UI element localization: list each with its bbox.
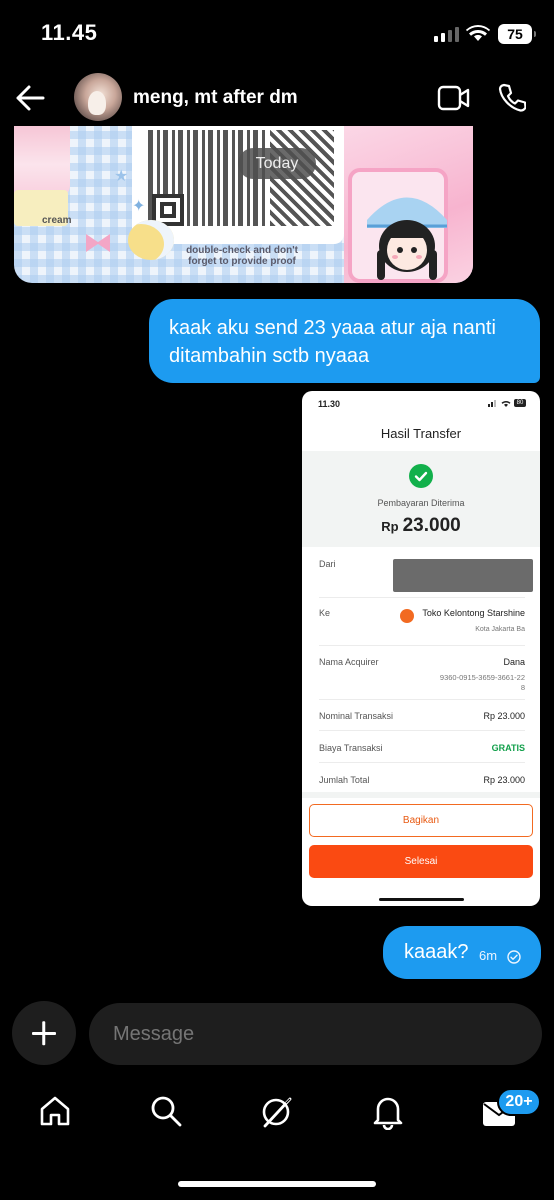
star-decoration: ★ <box>114 168 129 185</box>
nominal-label: Nominal Transaksi <box>319 711 394 721</box>
done-button[interactable]: Selesai <box>309 845 533 878</box>
wifi-icon <box>466 25 490 41</box>
receipt-status-time: 11.30 <box>318 399 341 409</box>
shared-image-post[interactable]: ★ ✦ cream double-check and don't forget … <box>14 126 473 283</box>
back-arrow-icon[interactable] <box>15 84 45 112</box>
caption-cream: cream <box>42 215 72 226</box>
caption-note: double-check and don't forget to provide… <box>186 245 298 267</box>
receipt-home-indicator <box>379 898 464 901</box>
acquirer-id: 9360-0915-3659-3661-22 <box>439 673 525 682</box>
acquirer-id: 8 <box>520 683 525 692</box>
payment-amount: Rp 23.000 <box>302 515 540 537</box>
amount-value: 23.000 <box>402 515 461 536</box>
sent-check-icon <box>507 950 521 964</box>
to-label: Ke <box>319 608 331 618</box>
divider <box>302 792 540 798</box>
search-icon[interactable] <box>149 1094 183 1128</box>
moon-decoration <box>128 220 174 260</box>
cake-decoration <box>14 126 70 196</box>
date-separator: Today <box>238 148 316 179</box>
message-text: kaaak? <box>404 941 469 963</box>
signal-icon <box>434 27 459 42</box>
total-value: Rp 23.000 <box>483 775 525 785</box>
shop-icon <box>400 609 414 623</box>
message-input[interactable] <box>89 1003 542 1065</box>
battery-icon: 75 <box>498 24 536 44</box>
receipt-title: Hasil Transfer <box>380 426 462 441</box>
acquirer-label: Nama Acquirer <box>319 657 379 667</box>
message-bubble[interactable]: kaaak? 6m <box>383 926 541 979</box>
status-time: 11.45 <box>41 20 98 45</box>
star-decoration: ✦ <box>132 198 146 215</box>
girl-illustration <box>367 197 447 280</box>
conversation-title[interactable]: meng, mt after dm <box>133 87 298 109</box>
currency: Rp <box>381 519 399 534</box>
video-call-icon[interactable] <box>437 84 471 112</box>
merchant-city: Kota Jakarta Ba <box>475 626 525 633</box>
receipt-battery: 80 <box>514 399 526 407</box>
redacted-sender <box>393 559 533 592</box>
fee-value: GRATIS <box>491 743 525 753</box>
phone-call-icon[interactable] <box>498 82 526 112</box>
total-label: Jumlah Total <box>319 775 370 785</box>
message-text: kaak aku send 23 yaaa atur aja nanti dit… <box>169 317 496 367</box>
payment-status: Pembayaran Diterima <box>377 498 465 508</box>
fee-label: Biaya Transaksi <box>319 743 383 753</box>
check-circle-icon <box>409 464 433 488</box>
message-bubble[interactable]: kaak aku send 23 yaaa atur aja nanti dit… <box>149 299 540 383</box>
bow-decoration <box>86 234 110 252</box>
message-timestamp: 6m <box>479 948 498 963</box>
merchant-name: Toko Kelontong Starshine <box>422 608 525 618</box>
nominal-value: Rp 23.000 <box>483 711 525 721</box>
messages-badge: 20+ <box>497 1088 541 1116</box>
acquirer-value: Dana <box>503 657 525 667</box>
receipt-status-icons: 80 <box>488 399 526 407</box>
receipt-image[interactable]: 11.30 80 Hasil Transfer Pembayaran Diter… <box>302 391 540 906</box>
add-attachment-button[interactable] <box>12 1001 76 1065</box>
home-indicator <box>178 1181 376 1187</box>
notifications-bell-icon[interactable] <box>371 1094 405 1130</box>
home-icon[interactable] <box>38 1094 72 1128</box>
from-label: Dari <box>319 559 336 569</box>
avatar[interactable] <box>74 73 122 121</box>
share-button[interactable]: Bagikan <box>309 804 533 837</box>
grok-icon[interactable] <box>259 1094 295 1130</box>
